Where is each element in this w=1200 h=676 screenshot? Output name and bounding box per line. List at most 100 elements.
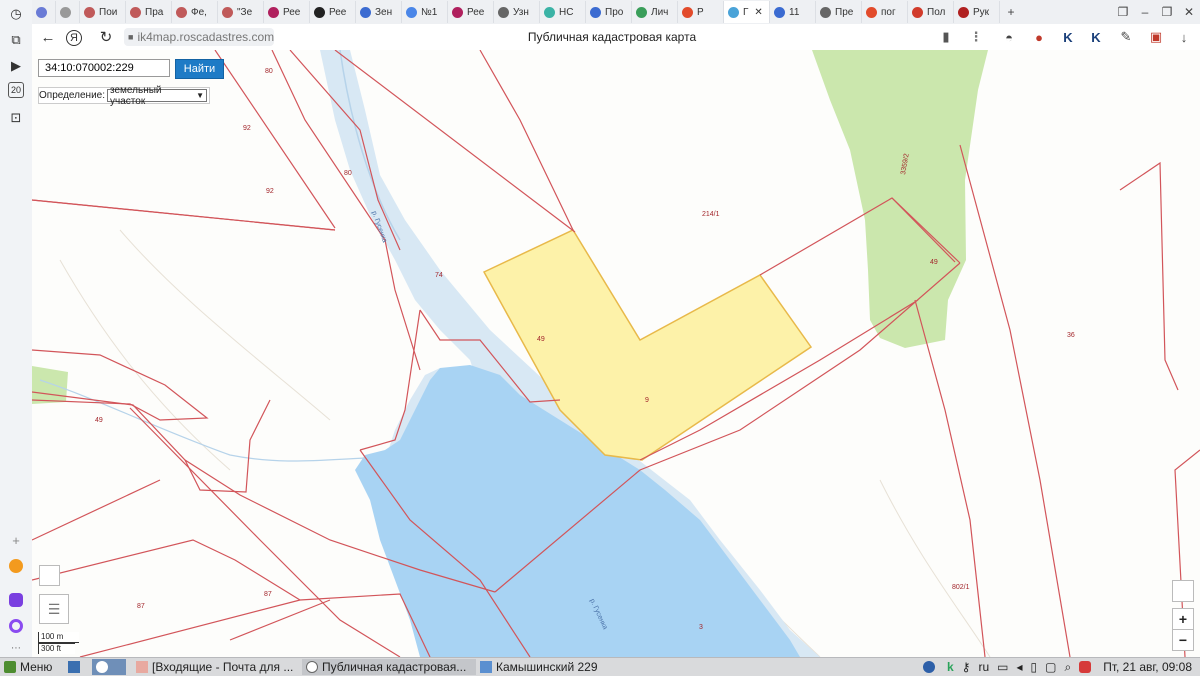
show-desktop-icon[interactable] xyxy=(64,659,92,675)
plot-label[interactable]: 87 xyxy=(137,603,145,610)
map-right-square-button[interactable] xyxy=(1172,580,1194,602)
plot-label[interactable]: 49 xyxy=(930,259,938,266)
tray-antivirus-icon[interactable] xyxy=(1075,659,1099,675)
browser-tab[interactable]: Рее xyxy=(448,1,494,23)
extension-k2-icon[interactable]: K xyxy=(1087,28,1105,46)
browser-tab[interactable] xyxy=(32,1,56,23)
url-field[interactable]: ■ ik4map.roscadastres.com xyxy=(124,28,274,46)
tray-display-icon[interactable]: ▭ xyxy=(993,659,1012,675)
video-icon[interactable]: ▶ xyxy=(6,56,26,76)
find-button[interactable]: Найти xyxy=(175,59,224,79)
cadastral-number-input[interactable] xyxy=(38,59,170,77)
tray-key-icon[interactable]: ⚷ xyxy=(958,659,975,675)
browser-window-icon xyxy=(306,661,318,673)
plot-label[interactable]: 802/1 xyxy=(952,584,970,591)
taskbar-window-browser[interactable]: Публичная кадастровая... xyxy=(302,659,476,675)
tab-label: Узн xyxy=(513,6,529,18)
layers-button[interactable]: ☰ xyxy=(39,594,69,624)
add-panel-icon[interactable]: + xyxy=(6,530,26,550)
extension-pdf-icon[interactable]: ▣ xyxy=(1147,28,1165,46)
collections-icon[interactable]: ⧉ xyxy=(6,30,26,50)
browser-tab[interactable]: Рее xyxy=(310,1,356,23)
messenger-app-icon[interactable] xyxy=(6,590,26,610)
cadastral-map[interactable]: 80 92 92 80 74 49 9 214/1 49 36 49 87 87… xyxy=(32,50,1200,657)
tray-battery-icon[interactable]: ▯ xyxy=(1027,659,1042,675)
browser-tab[interactable]: Пре xyxy=(816,1,862,23)
browser-quicklaunch-icon[interactable] xyxy=(92,659,126,675)
plot-label[interactable]: 92 xyxy=(243,125,251,132)
bookmark-icon[interactable]: ▮ xyxy=(937,28,955,46)
browser-tab[interactable]: Лич xyxy=(632,1,678,23)
plot-label[interactable]: 9 xyxy=(645,397,649,404)
yandex-icon[interactable]: Я xyxy=(66,30,82,46)
definition-select[interactable]: земельный участок ▼ xyxy=(107,85,208,107)
plot-label[interactable]: 92 xyxy=(266,188,274,195)
tray-yandex-icon[interactable] xyxy=(919,659,943,675)
alice-app-icon[interactable] xyxy=(6,616,26,636)
restore-icon[interactable]: ❐ xyxy=(1156,1,1178,23)
badge-20-icon[interactable]: 20 xyxy=(8,82,24,98)
browser-tab[interactable]: Фе, xyxy=(172,1,218,23)
tabs-overview-icon[interactable]: ❐ xyxy=(1112,1,1134,23)
browser-tab[interactable]: №1 xyxy=(402,1,448,23)
extension-avatar-icon[interactable]: ● xyxy=(1030,28,1048,46)
zoom-in-button[interactable]: + xyxy=(1172,608,1194,630)
plot-label[interactable]: 80 xyxy=(265,68,273,75)
browser-tab[interactable]: Рее xyxy=(264,1,310,23)
browser-tab[interactable]: Рук xyxy=(954,1,1000,23)
tab-label: Лич xyxy=(651,6,669,18)
map-canvas[interactable]: 80 92 92 80 74 49 9 214/1 49 36 49 87 87… xyxy=(32,50,1200,657)
extension-k-icon[interactable]: K xyxy=(1059,28,1077,46)
browser-tab[interactable]: пог xyxy=(862,1,908,23)
browser-tab[interactable]: Про xyxy=(586,1,632,23)
tab-label: Пои xyxy=(99,6,118,18)
tray-chat-icon[interactable]: ▢ xyxy=(1041,659,1060,675)
tab-favicon-icon xyxy=(84,6,95,18)
close-tab-icon[interactable]: ✕ xyxy=(754,7,762,18)
tab-favicon-icon xyxy=(636,6,647,18)
tab-favicon-icon xyxy=(360,6,371,18)
more-icon[interactable]: ⋯ xyxy=(6,638,26,658)
taskbar-window-folder[interactable]: Камышинский 229 xyxy=(476,659,644,675)
browser-tab[interactable]: Пои xyxy=(80,1,126,23)
tray-volume-icon[interactable]: ◂ xyxy=(1012,659,1026,675)
plot-label[interactable]: 36 xyxy=(1067,332,1075,339)
browser-tab[interactable]: Пол xyxy=(908,1,954,23)
browser-tab[interactable]: Зен xyxy=(356,1,402,23)
plot-label[interactable]: 49 xyxy=(537,336,545,343)
plot-label[interactable]: 49 xyxy=(95,417,103,424)
start-menu-button[interactable]: Меню xyxy=(0,659,64,675)
plot-label[interactable]: 214/1 xyxy=(702,211,720,218)
browser-tab[interactable]: Г ✕ xyxy=(724,1,770,23)
browser-tab[interactable]: Узн xyxy=(494,1,540,23)
browser-tab[interactable]: НС xyxy=(540,1,586,23)
map-square-button[interactable] xyxy=(39,565,60,586)
minimize-icon[interactable]: – xyxy=(1134,1,1156,23)
taskbar-window-mail[interactable]: [Входящие - Почта для ... xyxy=(132,659,302,675)
tray-search-icon[interactable]: ⌕ xyxy=(1060,659,1075,675)
clock[interactable]: Пт, 21 авг, 09:08 xyxy=(1099,659,1196,675)
close-window-icon[interactable]: ✕ xyxy=(1178,1,1200,23)
mail-app-icon[interactable] xyxy=(6,556,26,576)
tray-k-icon[interactable]: k xyxy=(943,659,958,675)
reload-icon[interactable]: ↻ xyxy=(96,27,116,47)
zoom-out-button[interactable]: − xyxy=(1172,629,1194,651)
extension-hat-icon[interactable]: ◓ xyxy=(1000,28,1018,46)
plot-label[interactable]: 87 xyxy=(264,591,272,598)
back-icon[interactable]: ← xyxy=(38,27,58,47)
extension-puzzle-icon[interactable]: ✎ xyxy=(1117,28,1135,46)
plot-label[interactable]: 74 xyxy=(435,272,443,279)
more-menu-icon[interactable]: ⋮ xyxy=(967,28,985,46)
plot-label[interactable]: 80 xyxy=(344,170,352,177)
history-icon[interactable]: ◷ xyxy=(6,4,26,24)
browser-tab[interactable]: "Зе xyxy=(218,1,264,23)
browser-tab[interactable]: Пра xyxy=(126,1,172,23)
tray-lang[interactable]: ru xyxy=(974,659,993,675)
plot-label[interactable]: 3 xyxy=(699,624,703,631)
browser-tab[interactable] xyxy=(56,1,80,23)
browser-tab[interactable]: 11 xyxy=(770,1,816,23)
browser-tab[interactable]: Р xyxy=(678,1,724,23)
downloads-icon[interactable]: ↓ xyxy=(1175,28,1193,46)
screenshot-icon[interactable]: ⊡ xyxy=(6,108,26,128)
new-tab-icon[interactable]: + xyxy=(1000,1,1022,23)
